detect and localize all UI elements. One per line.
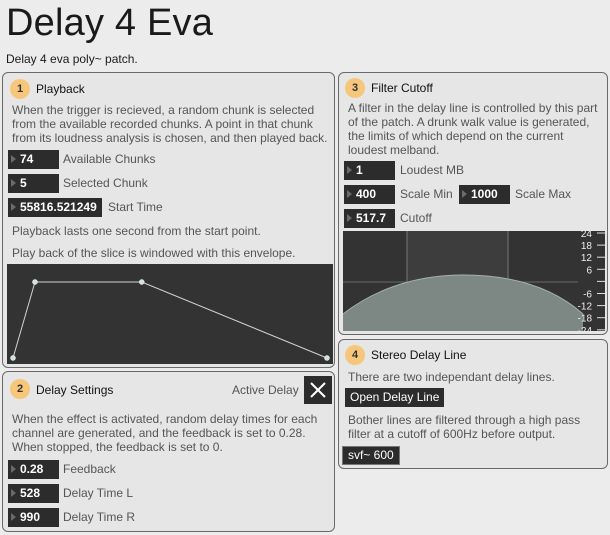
- panel-title: Playback: [36, 82, 85, 96]
- db-tick-label: 12: [581, 253, 593, 264]
- envelope-line: [12, 281, 328, 359]
- scale-min-label: Scale Min: [400, 187, 453, 201]
- playback-panel: 1 Playback When the trigger is recieved,…: [2, 72, 335, 368]
- playback-description-line-1: When the trigger is recieved, a random c…: [12, 103, 315, 117]
- envelope-point[interactable]: [10, 355, 16, 361]
- scale-min-number-box[interactable]: 400: [344, 185, 395, 204]
- delay-time-r-number-box[interactable]: 990: [8, 508, 59, 527]
- cutoff-number-box[interactable]: 517.7: [344, 209, 395, 228]
- db-tick-label: 18: [581, 241, 593, 252]
- feedback-label: Feedback: [63, 462, 116, 476]
- db-tick-label: -12: [578, 302, 593, 313]
- stereo-description: There are two independant delay lines.: [348, 370, 555, 384]
- panel-title: Delay Settings: [36, 383, 114, 397]
- scale-max-number-box[interactable]: 1000: [459, 185, 510, 204]
- envelope-point[interactable]: [138, 279, 145, 285]
- step-number-badge: 3: [345, 78, 365, 98]
- envelope-note: Play back of the slice is windowed with …: [12, 246, 296, 260]
- delay-settings-panel: 2 Delay Settings Active Delay When the e…: [2, 371, 335, 532]
- panel-title: Filter Cutoff: [371, 81, 433, 95]
- loudest-mb-number-box[interactable]: 1: [344, 161, 395, 180]
- start-time-number-box[interactable]: 55816.521249: [8, 198, 102, 217]
- start-time-label: Start Time: [108, 200, 163, 214]
- loudest-mb-label: Loudest MB: [400, 163, 465, 177]
- db-tick-label: -6: [583, 290, 592, 301]
- playback-duration-note: Playback lasts one second from the start…: [12, 224, 261, 238]
- delay-description-line-1: When the effect is activated, random del…: [12, 412, 318, 426]
- panel-title: Stereo Delay Line: [371, 348, 467, 362]
- filter-description-line-1: A filter in the delay line is controlled…: [348, 101, 598, 115]
- envelope-point[interactable]: [324, 355, 330, 361]
- open-delay-line-button[interactable]: Open Delay Line: [345, 388, 445, 407]
- filter-note-line-2: filter at a cutoff of 600Hz before outpu…: [348, 427, 556, 441]
- delay-time-l-number-box[interactable]: 528: [8, 484, 59, 503]
- envelope-function-editor[interactable]: [7, 264, 333, 364]
- active-delay-label: Active Delay: [232, 383, 299, 397]
- db-tick-label: -18: [578, 314, 593, 325]
- filter-response-display[interactable]: 2418126 -6-12-18-24: [343, 231, 605, 331]
- filter-description-line-2: of the patch. A drunk walk value is gene…: [348, 115, 590, 129]
- active-delay-toggle[interactable]: [304, 376, 332, 404]
- playback-description-line-3: from its loudness analysis is chosen, an…: [12, 131, 328, 145]
- page-title: Delay 4 Eva: [6, 2, 214, 44]
- filter-note-line-1: Bother lines are filtered through a high…: [348, 413, 581, 427]
- selected-chunk-number-box[interactable]: 5: [8, 174, 59, 193]
- db-tick-label: -24: [578, 326, 593, 331]
- cutoff-label: Cutoff: [400, 211, 432, 225]
- step-number-badge: 4: [345, 345, 365, 365]
- available-chunks-label: Available Chunks: [63, 152, 156, 166]
- playback-description-line-2: from the available recorded chunks. A po…: [12, 117, 313, 131]
- svf-object-box[interactable]: svf~ 600: [342, 446, 400, 465]
- stereo-delay-panel: 4 Stereo Delay Line There are two indepe…: [338, 339, 608, 469]
- delay-description-line-3: When stopped, the feedback is set to 0.: [12, 440, 223, 454]
- db-tick-label: 24: [581, 231, 593, 240]
- delay-time-l-label: Delay Time L: [63, 486, 134, 500]
- filter-description-line-3: the limits of which depend on the curren…: [348, 129, 564, 143]
- envelope-point[interactable]: [32, 279, 38, 285]
- page-subtitle: Delay 4 eva poly~ patch.: [6, 52, 138, 66]
- filter-cutoff-panel: 3 Filter Cutoff A filter in the delay li…: [338, 72, 608, 335]
- db-tick-label: 6: [586, 265, 592, 276]
- available-chunks-number-box[interactable]: 74: [8, 150, 59, 169]
- feedback-number-box[interactable]: 0.28: [8, 460, 59, 479]
- filter-description-line-4: loudest melband.: [348, 143, 440, 157]
- selected-chunk-label: Selected Chunk: [63, 176, 148, 190]
- step-number-badge: 2: [10, 379, 30, 399]
- delay-time-r-label: Delay Time R: [63, 510, 136, 524]
- scale-max-label: Scale Max: [515, 187, 572, 201]
- close-icon: [310, 382, 326, 398]
- delay-description-line-2: channel are generated, and the feedback …: [12, 426, 306, 440]
- step-number-badge: 1: [10, 79, 30, 99]
